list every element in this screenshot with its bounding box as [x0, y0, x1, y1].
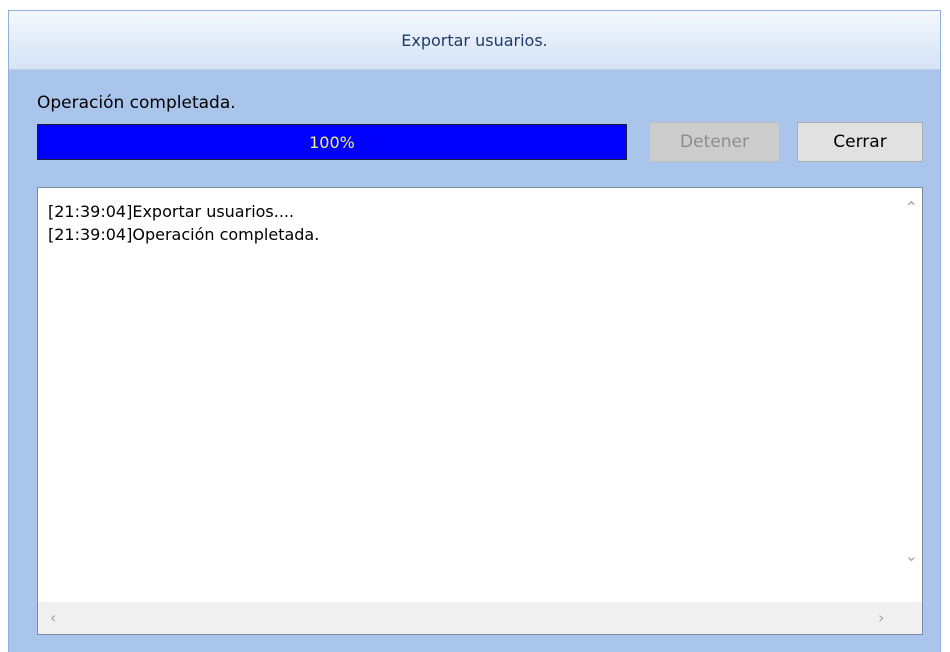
log-textbox[interactable]: [21:39:04]Exportar usuarios.... [21:39:0… [37, 187, 923, 635]
horizontal-scrollbar[interactable]: ‹ › [38, 602, 900, 634]
log-line: [21:39:04]Operación completada. [48, 225, 320, 244]
chevron-left-icon[interactable]: ‹ [50, 610, 56, 626]
log-line: [21:39:04]Exportar usuarios.... [48, 202, 295, 221]
chevron-right-icon[interactable]: › [878, 610, 884, 626]
progress-bar: 100% [37, 124, 627, 160]
stop-button[interactable]: Detener [649, 122, 780, 162]
progress-percent-label: 100% [309, 132, 355, 152]
chevron-down-icon[interactable]: ⌄ [905, 548, 918, 564]
dialog-title: Exportar usuarios. [401, 30, 548, 50]
close-button[interactable]: Cerrar [797, 122, 923, 162]
log-lines: [21:39:04]Exportar usuarios.... [21:39:0… [48, 200, 319, 246]
dialog-titlebar: Exportar usuarios. [9, 11, 940, 70]
status-label: Operación completada. [37, 93, 236, 113]
scrollbar-corner [900, 602, 922, 634]
export-dialog: Exportar usuarios. Operación completada.… [8, 10, 941, 652]
chevron-up-icon[interactable]: ⌃ [905, 200, 918, 216]
vertical-scrollbar[interactable]: ⌃ ⌄ [900, 188, 922, 602]
